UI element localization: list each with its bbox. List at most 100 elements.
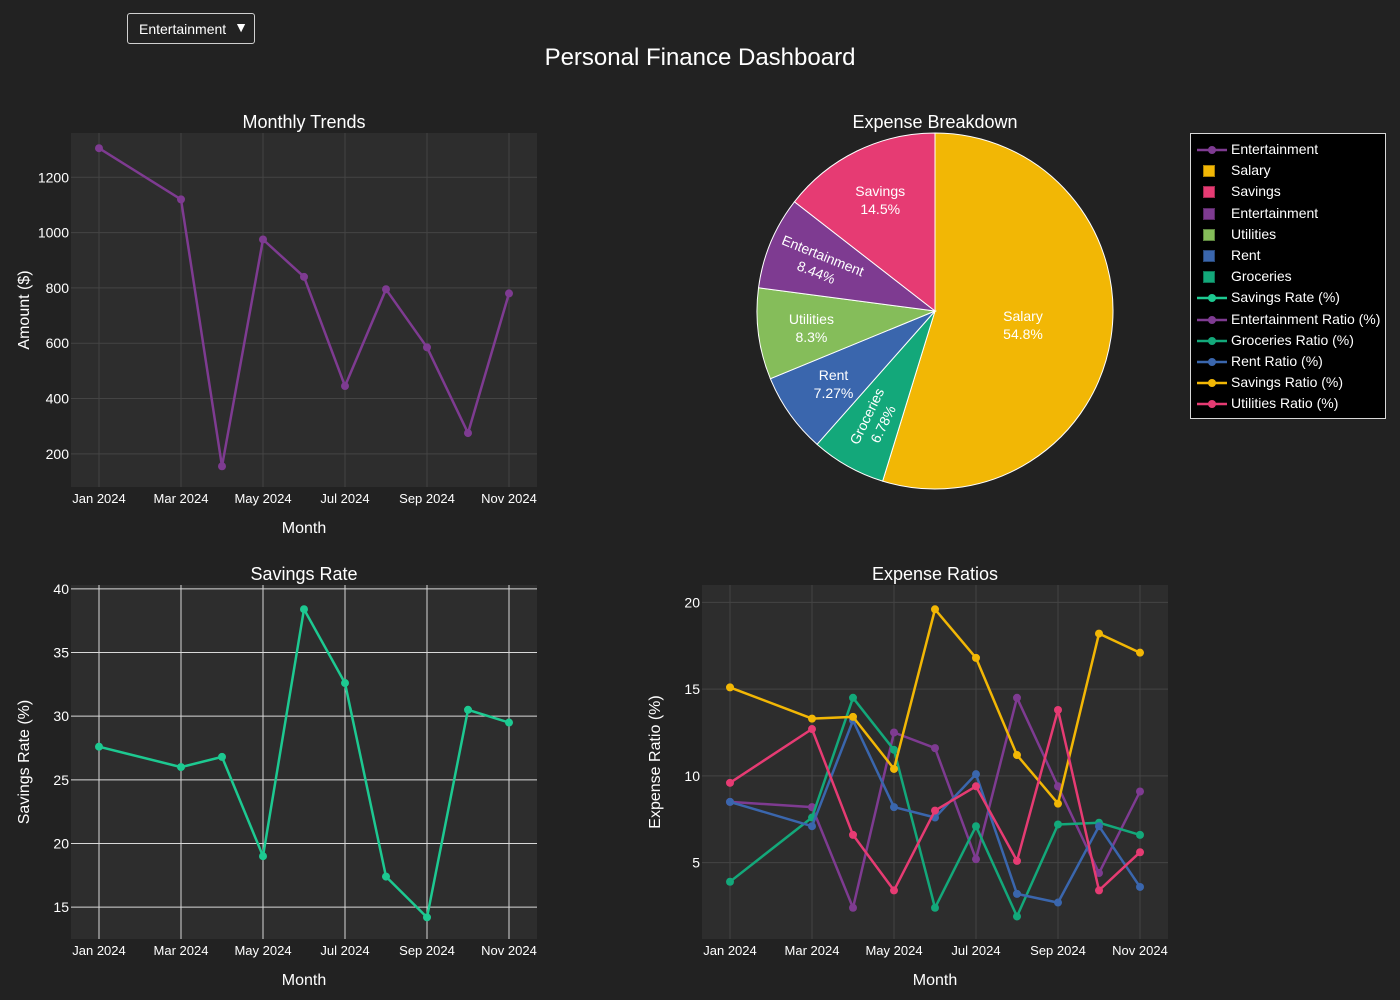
data-point bbox=[972, 770, 980, 779]
y-tick-label: 10 bbox=[684, 768, 700, 784]
y-tick-label: 25 bbox=[53, 772, 69, 788]
x-tick-label: May 2024 bbox=[234, 943, 291, 958]
y-tick-label: 5 bbox=[692, 855, 700, 871]
legend-line-icon bbox=[1197, 358, 1227, 366]
data-point bbox=[849, 830, 857, 839]
data-point bbox=[1095, 886, 1103, 895]
pie-slice-percent: 14.5% bbox=[860, 201, 900, 217]
data-point bbox=[464, 705, 472, 714]
legend-swatch bbox=[1203, 250, 1215, 262]
x-tick-label: May 2024 bbox=[234, 491, 291, 506]
y-tick-label: 20 bbox=[53, 835, 69, 851]
x-tick-label: Jan 2024 bbox=[72, 491, 126, 506]
x-tick-label: Jan 2024 bbox=[703, 943, 757, 958]
data-point bbox=[341, 382, 349, 391]
pie-slice-percent: 7.27% bbox=[814, 385, 854, 401]
x-tick-label: Nov 2024 bbox=[481, 943, 537, 958]
x-tick-label: Mar 2024 bbox=[785, 943, 840, 958]
data-point bbox=[1013, 889, 1021, 898]
legend-swatch bbox=[1203, 207, 1215, 220]
x-tick-label: Jan 2024 bbox=[72, 943, 126, 958]
data-point bbox=[890, 745, 898, 754]
data-point bbox=[382, 285, 390, 294]
legend-label: Savings Ratio (%) bbox=[1231, 374, 1344, 391]
pie-slice-label: Rent bbox=[819, 367, 849, 383]
data-point bbox=[1136, 787, 1144, 796]
data-point bbox=[1095, 629, 1103, 638]
legend-line-icon bbox=[1197, 336, 1227, 345]
data-point bbox=[972, 855, 980, 864]
data-point bbox=[726, 877, 734, 886]
legend-label: Groceries bbox=[1231, 268, 1292, 285]
data-point bbox=[300, 605, 308, 614]
legend-label: Groceries Ratio (%) bbox=[1231, 331, 1354, 348]
chart-savings-rate: Jan 2024 Mar 2024 May 2024 Jul 2024 Sep 2024… bbox=[16, 564, 537, 989]
legend-swatch bbox=[1203, 165, 1215, 178]
legend-line-icon bbox=[1197, 146, 1227, 154]
data-point bbox=[464, 429, 472, 438]
x-axis-title: Month bbox=[282, 972, 326, 989]
pie-slice-label: Savings bbox=[855, 183, 905, 199]
x-tick-label: Sep 2024 bbox=[1030, 943, 1086, 958]
plot-area bbox=[71, 585, 537, 939]
data-point bbox=[931, 806, 939, 815]
pie-slice-percent: 8.3% bbox=[795, 329, 827, 345]
chart-title: Expense Breakdown bbox=[852, 112, 1017, 132]
data-point bbox=[972, 782, 980, 791]
legend-swatch bbox=[1203, 271, 1215, 284]
x-tick-label: Jul 2024 bbox=[320, 943, 369, 958]
data-point bbox=[890, 764, 898, 773]
legend-label: Entertainment bbox=[1231, 204, 1319, 221]
data-point bbox=[726, 778, 734, 787]
chart-title: Savings Rate bbox=[250, 564, 357, 584]
x-tick-label: Mar 2024 bbox=[154, 943, 209, 958]
data-point bbox=[890, 886, 898, 895]
legend-label: Savings Rate (%) bbox=[1231, 289, 1340, 306]
y-axis-title: Savings Rate (%) bbox=[16, 700, 33, 825]
data-point bbox=[505, 289, 513, 298]
data-point bbox=[423, 343, 431, 352]
y-axis-title: Expense Ratio (%) bbox=[647, 695, 664, 828]
y-tick-label: 400 bbox=[46, 391, 70, 407]
data-point bbox=[726, 683, 734, 692]
y-tick-label: 600 bbox=[46, 335, 70, 351]
data-point bbox=[1013, 693, 1021, 702]
legend-label: Entertainment Ratio (%) bbox=[1231, 310, 1381, 327]
data-point bbox=[931, 605, 939, 614]
legend-line-icon bbox=[1197, 315, 1227, 324]
data-point bbox=[972, 822, 980, 831]
data-point bbox=[1136, 830, 1144, 839]
data-point bbox=[849, 712, 857, 721]
y-tick-label: 800 bbox=[46, 280, 70, 296]
data-point bbox=[808, 714, 816, 723]
data-point bbox=[849, 693, 857, 702]
data-point bbox=[1136, 848, 1144, 857]
legend-swatch bbox=[1203, 228, 1215, 241]
x-tick-label: May 2024 bbox=[865, 943, 922, 958]
data-point bbox=[808, 822, 816, 831]
legend-label: Utilities bbox=[1231, 225, 1277, 242]
data-point bbox=[505, 718, 513, 727]
data-point bbox=[1095, 822, 1103, 831]
x-tick-label: Jul 2024 bbox=[320, 491, 369, 506]
x-tick-label: Mar 2024 bbox=[154, 491, 209, 506]
data-point bbox=[1054, 799, 1062, 808]
x-tick-label: Jul 2024 bbox=[951, 943, 1000, 958]
data-point bbox=[382, 872, 390, 881]
legend-label: Entertainment bbox=[1231, 141, 1319, 157]
legend-label: Rent bbox=[1231, 247, 1261, 263]
y-tick-label: 200 bbox=[46, 446, 70, 462]
data-point bbox=[931, 903, 939, 912]
chart-title: Expense Ratios bbox=[872, 564, 998, 584]
chart-expense-breakdown: Expense BreakdownSalary54.8%Groceries6.7… bbox=[756, 112, 1114, 490]
y-tick-label: 1000 bbox=[38, 225, 69, 241]
y-tick-label: 15 bbox=[53, 899, 69, 915]
data-point bbox=[890, 803, 898, 812]
data-point bbox=[1013, 912, 1021, 921]
y-tick-label: 20 bbox=[684, 594, 700, 610]
data-point bbox=[849, 903, 857, 912]
legend: Entertainment Salary Savings Entertainment U… bbox=[1190, 133, 1386, 419]
data-point bbox=[259, 235, 267, 244]
legend-label: Rent Ratio (%) bbox=[1231, 353, 1323, 369]
data-point bbox=[808, 725, 816, 734]
